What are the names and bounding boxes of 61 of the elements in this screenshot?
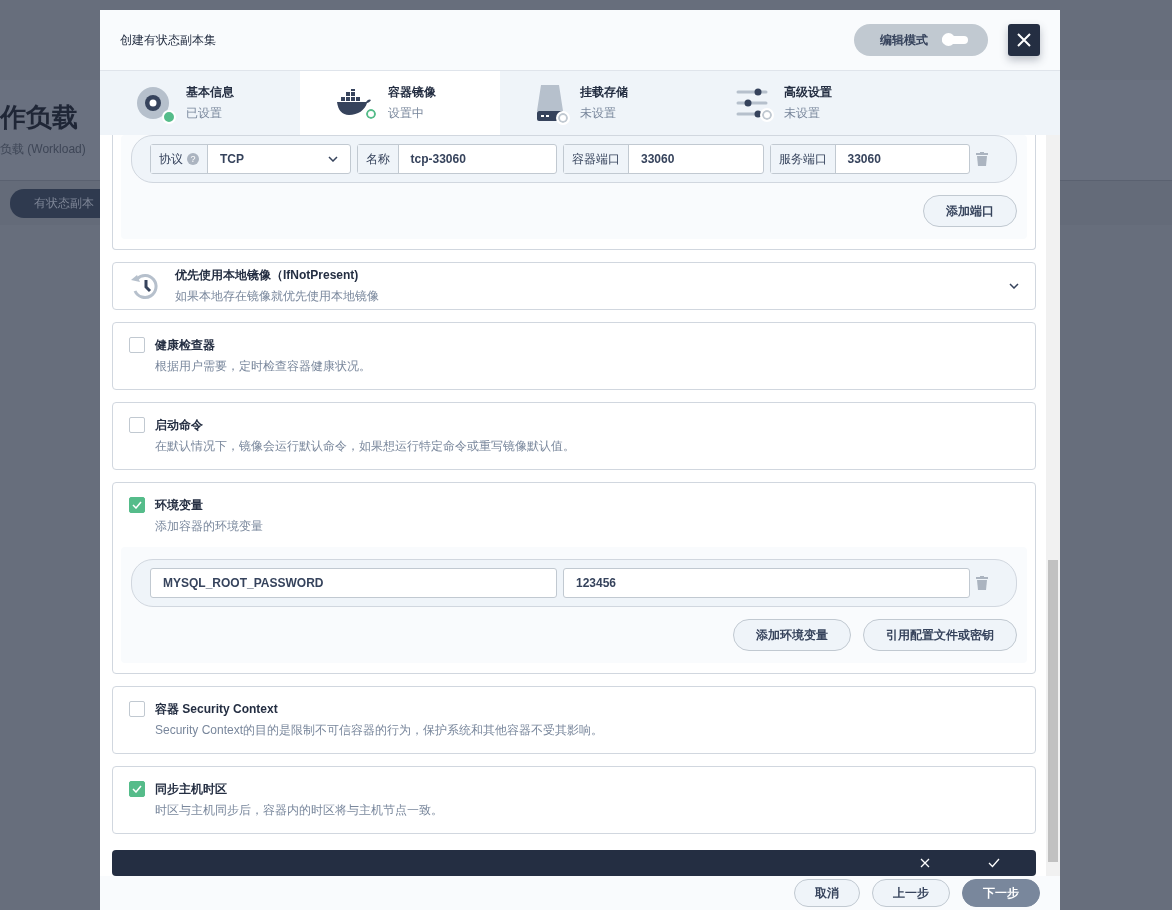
step-title: 基本信息	[186, 84, 234, 101]
step-title: 容器镜像	[388, 84, 436, 101]
footer-button[interactable]: 取消	[794, 879, 860, 907]
edit-mode-toggle[interactable]: 编辑模式	[854, 24, 988, 56]
footer-button[interactable]: 下一步	[962, 879, 1040, 907]
option-title: 同步主机时区	[155, 781, 228, 799]
check-icon	[132, 501, 142, 510]
footer-button[interactable]: 上一步	[872, 879, 950, 907]
option-description: 时区与主机同步后，容器内的时区将与主机节点一致。	[155, 802, 443, 820]
option-title: 启动命令	[155, 417, 204, 435]
pull-policy-card[interactable]: 优先使用本地镜像（IfNotPresent) 如果本地存在镜像就优先使用本地镜像	[112, 262, 1036, 311]
sliders-icon	[736, 88, 768, 118]
env-action-button[interactable]: 添加环境变量	[733, 619, 851, 652]
close-button[interactable]	[1008, 24, 1040, 56]
checkbox[interactable]	[129, 781, 145, 798]
option-title: 容器 Security Context	[155, 701, 279, 719]
pull-policy-description: 如果本地存在镜像就优先使用本地镜像	[175, 288, 380, 306]
step-title: 高级设置	[784, 84, 832, 101]
help-icon: ?	[187, 153, 199, 165]
env-name-field[interactable]: MYSQL_ROOT_PASSWORD	[150, 568, 557, 599]
page-title: 作负载	[0, 101, 78, 134]
close-icon[interactable]	[920, 858, 930, 869]
option-description: 添加容器的环境变量	[155, 518, 263, 536]
step-status: 设置中	[388, 105, 425, 122]
step-tab[interactable]: 挂载存储 未设置	[500, 71, 700, 135]
trash-icon[interactable]	[976, 152, 988, 166]
trash-icon[interactable]	[976, 576, 988, 591]
step-tab[interactable]: 容器镜像 设置中	[300, 71, 500, 135]
step-status: 未设置	[784, 105, 821, 122]
option-title: 健康检查器	[155, 337, 216, 355]
env-value-field[interactable]: 123456	[563, 568, 970, 599]
step-status: 未设置	[580, 105, 617, 122]
add-port-button[interactable]: 添加端口	[923, 195, 1017, 227]
check-icon	[132, 785, 142, 794]
checkbox[interactable]	[129, 497, 145, 514]
checkbox[interactable]	[129, 417, 145, 434]
step-tab[interactable]: 基本信息 已设置	[100, 71, 300, 135]
checkbox[interactable]	[129, 337, 145, 354]
port-name-field[interactable]: 名称 tcp-33060	[356, 144, 557, 174]
container-port-field[interactable]: 容器端口 33060	[563, 144, 764, 174]
dialog-title: 创建有状态副本集	[120, 31, 217, 49]
whale-icon	[336, 89, 372, 117]
check-icon[interactable]	[988, 858, 1000, 869]
env-action-button[interactable]: 引用配置文件或密钥	[863, 619, 1017, 652]
step-title: 挂载存储	[580, 84, 628, 101]
pull-policy-title: 优先使用本地镜像（IfNotPresent)	[175, 267, 360, 285]
scrollbar[interactable]	[1046, 135, 1060, 876]
option-title: 环境变量	[155, 497, 204, 515]
close-icon	[1016, 32, 1032, 48]
checkbox[interactable]	[129, 701, 145, 718]
chevron-down-icon	[327, 156, 338, 162]
option-description: 在默认情况下，镜像会运行默认命令，如果想运行特定命令或重写镜像默认值。	[155, 438, 575, 456]
step-tab[interactable]: 高级设置 未设置	[700, 71, 900, 135]
service-port-field[interactable]: 服务端口 33060	[769, 144, 970, 174]
option-description: 根据用户需要，定时检查容器健康状况。	[155, 358, 371, 376]
option-description: Security Context的目的是限制不可信容器的行为，保护系统和其他容器不受其影响。	[155, 722, 604, 740]
protocol-select[interactable]: 协议 ? TCP	[150, 144, 351, 174]
drive-icon	[536, 85, 564, 121]
step-status: 已设置	[186, 105, 223, 122]
chevron-down-icon	[1009, 283, 1019, 290]
disc-icon	[136, 86, 170, 120]
